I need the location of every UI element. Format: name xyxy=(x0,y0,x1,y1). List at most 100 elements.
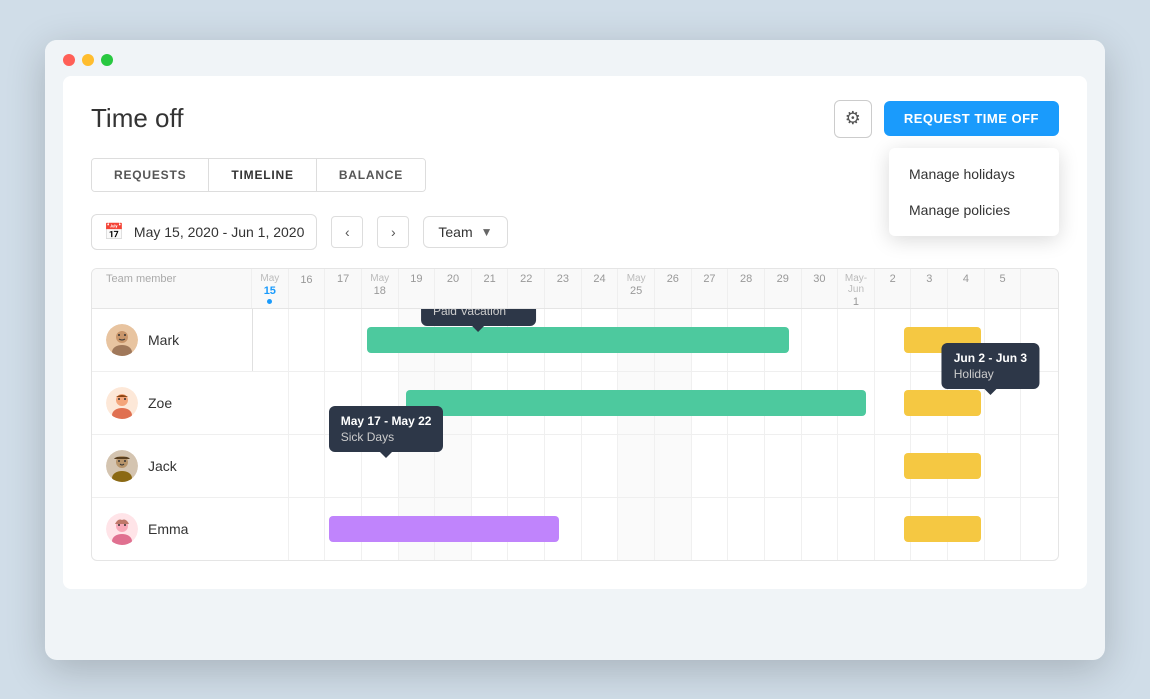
chevron-down-icon: ▼ xyxy=(481,225,493,239)
cal-cell xyxy=(948,372,985,434)
cal-cell xyxy=(545,372,582,434)
cal-cell xyxy=(399,498,436,560)
settings-button[interactable]: ⚙ xyxy=(834,100,872,138)
cal-cell xyxy=(655,309,692,371)
app-window: Time off ⚙ REQUEST TIME OFF Manage holid… xyxy=(45,40,1105,660)
cal-cell xyxy=(655,498,692,560)
cal-cell xyxy=(472,498,509,560)
settings-dropdown: Manage holidays Manage policies xyxy=(889,148,1059,236)
day-col-15: May 15 xyxy=(252,269,289,308)
cal-cell xyxy=(508,372,545,434)
day-col-23: 23 xyxy=(545,269,582,308)
date-range-picker[interactable]: 📅 May 15, 2020 - Jun 1, 2020 xyxy=(91,214,317,250)
tab-requests[interactable]: REQUESTS xyxy=(92,159,209,191)
cal-cell xyxy=(582,498,619,560)
tab-balance[interactable]: BALANCE xyxy=(317,159,425,191)
manage-policies-item[interactable]: Manage policies xyxy=(889,192,1059,228)
cal-cell xyxy=(802,498,839,560)
member-name: Mark xyxy=(148,332,179,348)
day-col-24: 24 xyxy=(582,269,619,308)
header-actions: ⚙ REQUEST TIME OFF Manage holidays Manag… xyxy=(834,100,1059,138)
cal-cell xyxy=(692,435,729,497)
cal-cell xyxy=(252,309,289,371)
cal-cell xyxy=(618,435,655,497)
day-col-1: May-Jun 1 xyxy=(838,269,875,308)
cal-cell xyxy=(362,498,399,560)
cal-cell xyxy=(618,498,655,560)
date-range-text: May 15, 2020 - Jun 1, 2020 xyxy=(134,224,304,240)
cal-cell xyxy=(692,372,729,434)
cal-cell xyxy=(399,435,436,497)
member-cell-emma: Emma xyxy=(92,503,252,555)
cal-cell xyxy=(618,372,655,434)
table-row: Zoe Jun 2 - Jun 3 Holiday xyxy=(92,372,1058,435)
cal-cell xyxy=(289,435,326,497)
member-cell-zoe: Zoe xyxy=(92,377,252,429)
cal-cell xyxy=(435,309,472,371)
cal-cell xyxy=(728,435,765,497)
page-title: Time off xyxy=(91,103,183,134)
day-col-4: 4 xyxy=(948,269,985,308)
day-col-18: May 18 xyxy=(362,269,399,308)
avatar xyxy=(106,450,138,482)
cal-cell xyxy=(875,435,912,497)
day-col-30: 30 xyxy=(802,269,839,308)
day-col-25: May 25 xyxy=(618,269,655,308)
member-col-header: Team member xyxy=(92,269,252,308)
member-name: Emma xyxy=(148,521,188,537)
request-time-off-button[interactable]: REQUEST TIME OFF xyxy=(884,101,1059,136)
cal-cell xyxy=(985,498,1022,560)
prev-date-button[interactable]: ‹ xyxy=(331,216,363,248)
next-date-button[interactable]: › xyxy=(377,216,409,248)
cal-cell xyxy=(545,435,582,497)
cal-cell xyxy=(289,372,326,434)
cal-cell xyxy=(545,498,582,560)
member-name: Zoe xyxy=(148,395,172,411)
table-row: Mark May 18 - May 28 Paid Vacation xyxy=(92,309,1058,372)
cal-cell xyxy=(325,435,362,497)
cal-cell xyxy=(399,372,436,434)
tab-bar: REQUESTS TIMELINE BALANCE xyxy=(91,158,426,192)
day-col-27: 27 xyxy=(692,269,729,308)
cal-cell xyxy=(582,309,619,371)
cal-cell xyxy=(765,435,802,497)
cal-cell xyxy=(508,435,545,497)
cal-cell xyxy=(802,309,839,371)
cal-cell xyxy=(911,309,948,371)
cal-cell xyxy=(692,309,729,371)
team-filter-dropdown[interactable]: Team ▼ xyxy=(423,216,507,248)
cal-cell xyxy=(362,309,399,371)
manage-holidays-item[interactable]: Manage holidays xyxy=(889,156,1059,192)
day-col-17: 17 xyxy=(325,269,362,308)
day-col-3: 3 xyxy=(911,269,948,308)
cal-cell xyxy=(802,435,839,497)
cal-cell xyxy=(728,309,765,371)
cal-cell xyxy=(508,498,545,560)
cal-cell xyxy=(472,435,509,497)
member-cell-jack: Jack xyxy=(92,440,252,492)
cal-cell xyxy=(692,498,729,560)
cal-cell xyxy=(435,498,472,560)
day-col-21: 21 xyxy=(472,269,509,308)
page-header: Time off ⚙ REQUEST TIME OFF Manage holid… xyxy=(91,100,1059,138)
cal-cell xyxy=(875,372,912,434)
calendar-header: Team member May 15 16 17 May xyxy=(92,269,1058,309)
tab-timeline[interactable]: TIMELINE xyxy=(209,159,316,191)
cal-cell xyxy=(362,372,399,434)
main-content: Time off ⚙ REQUEST TIME OFF Manage holid… xyxy=(63,76,1087,589)
close-dot[interactable] xyxy=(63,54,75,66)
cal-cell xyxy=(911,498,948,560)
cal-cell xyxy=(911,372,948,434)
day-col-19: 19 xyxy=(399,269,436,308)
day-col-2: 2 xyxy=(875,269,912,308)
cal-cell xyxy=(252,498,289,560)
calendar-icon: 📅 xyxy=(104,222,124,242)
cal-cell xyxy=(875,498,912,560)
day-col-5: 5 xyxy=(985,269,1022,308)
maximize-dot[interactable] xyxy=(101,54,113,66)
cal-cell xyxy=(325,309,362,371)
member-cell-mark: Mark xyxy=(92,314,252,366)
cal-cell xyxy=(838,498,875,560)
cal-cell xyxy=(948,435,985,497)
minimize-dot[interactable] xyxy=(82,54,94,66)
